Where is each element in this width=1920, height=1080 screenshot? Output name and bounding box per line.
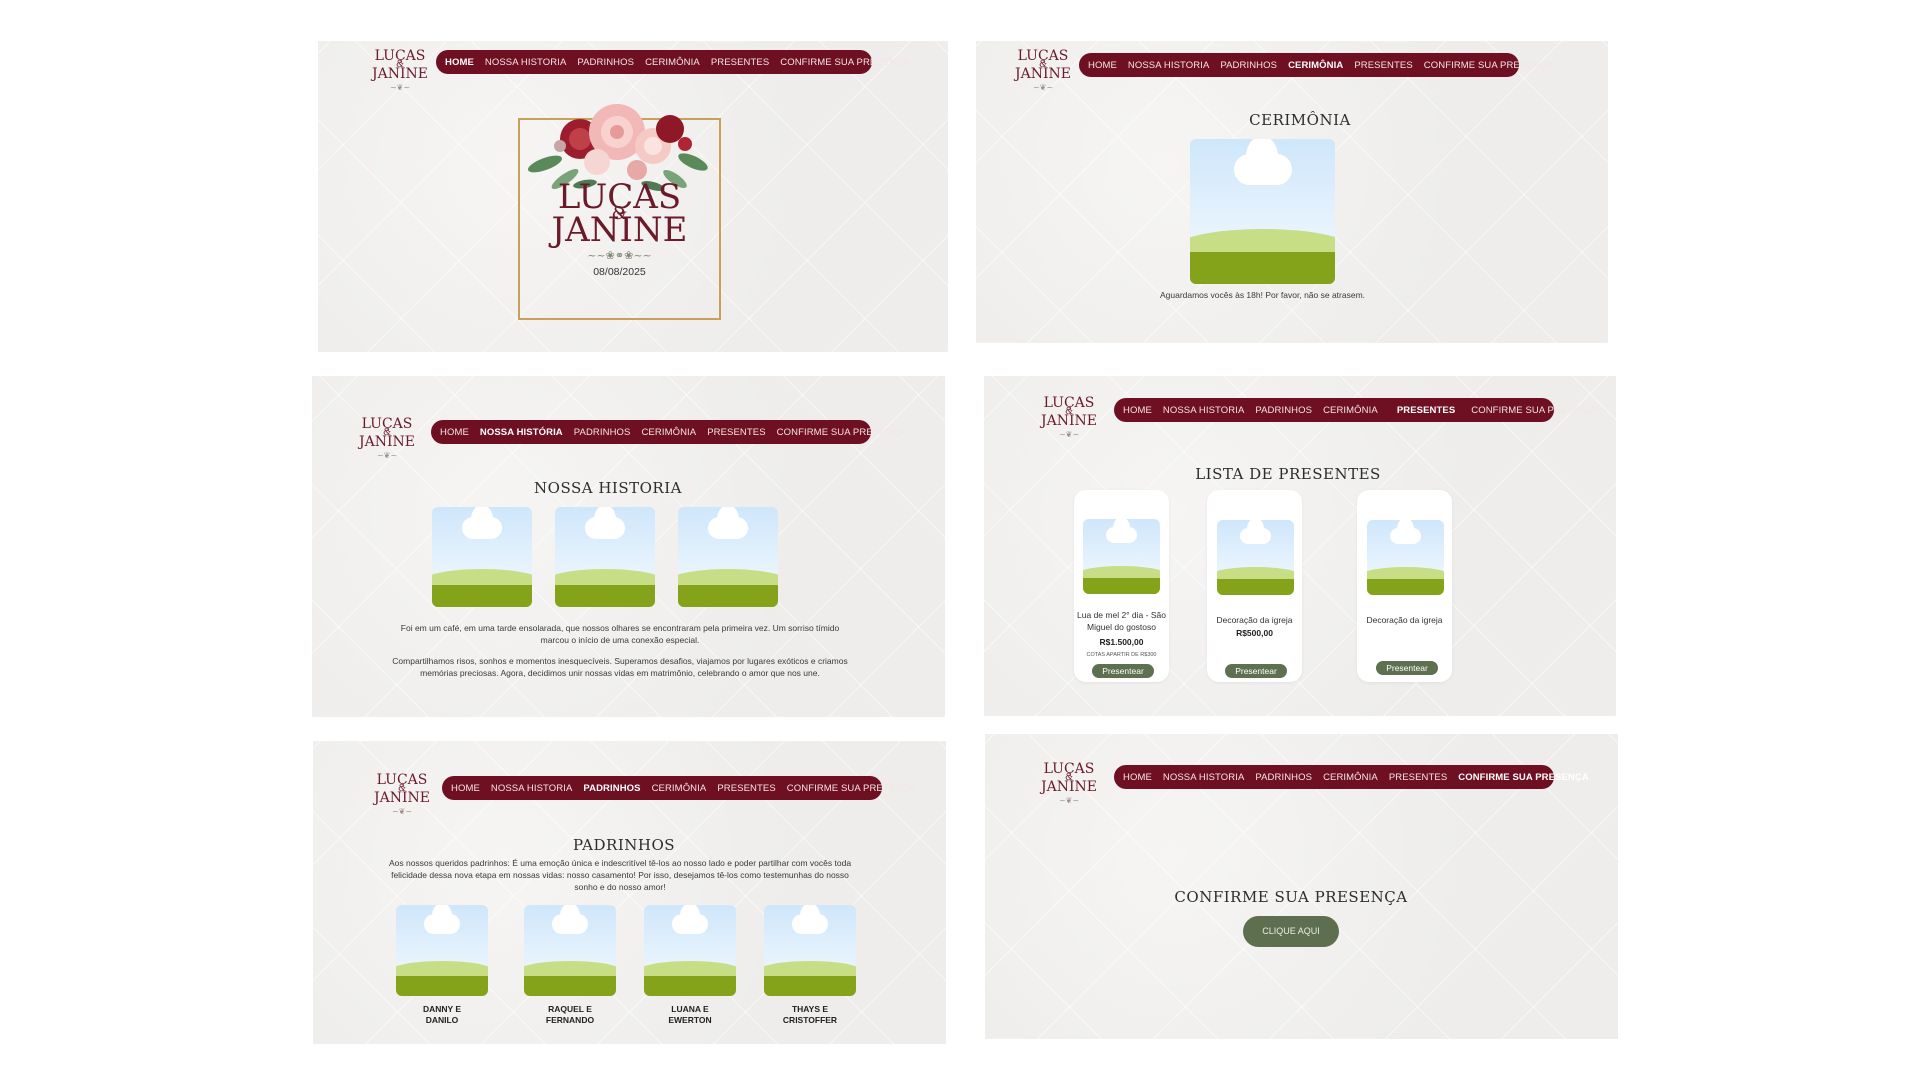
gift-price: R$500,00 (1236, 628, 1273, 638)
image-placeholder (764, 905, 856, 996)
image-placeholder (1190, 139, 1335, 284)
rings-ornament-icon: ~~❀⚭❀~~ (587, 249, 652, 262)
logo-line2: JANINE (1015, 66, 1071, 83)
ceremony-text: Aguardamos vocês às 18h! Por favor, não … (1159, 290, 1366, 300)
nav-padrinhos[interactable]: PADRINHOS (574, 427, 631, 438)
nav-presentes[interactable]: PRESENTES (707, 427, 765, 438)
story-paragraph-2: Compartilhamos risos, sonhos e momentos … (392, 656, 848, 678)
nav-cerimonia[interactable]: CERIMÔNIA (641, 427, 696, 438)
story-paragraph-1: Foi em um café, em uma tarde ensolarada,… (400, 623, 840, 645)
nav-presentes[interactable]: PRESENTES (1389, 772, 1447, 783)
section-title: NOSSA HISTORIA (534, 479, 682, 497)
nav-confirme[interactable]: CONFIRME SUA PRESENÇA (1458, 772, 1589, 783)
nav-presentes[interactable]: PRESENTES (1397, 405, 1455, 416)
image-placeholder (555, 507, 655, 607)
logo-line2: JANINE (1041, 413, 1097, 430)
nav-historia[interactable]: NOSSA HISTORIA (491, 783, 572, 794)
nav-cerimonia[interactable]: CERIMÔNIA (1323, 772, 1378, 783)
ornament-icon: ~❦~ (1058, 429, 1080, 439)
presentear-button[interactable]: Presentear (1376, 661, 1438, 675)
presentear-button[interactable]: Presentear (1225, 664, 1287, 678)
image-placeholder (644, 905, 736, 996)
image-placeholder (432, 507, 532, 607)
navbar: HOME NOSSA HISTORIA PADRINHOS CERIMÔNIA … (442, 776, 916, 800)
nav-presentes[interactable]: PRESENTES (1354, 60, 1412, 71)
nav-historia[interactable]: NOSSA HISTORIA (485, 57, 566, 68)
nav-padrinhos[interactable]: PADRINHOS (577, 57, 634, 68)
section-title: CERIMÔNIA (1249, 111, 1351, 129)
nav-confirme[interactable]: CONFIRME SUA PRESENÇA (1424, 60, 1553, 71)
nav-cerimonia[interactable]: CERIMÔNIA (645, 57, 700, 68)
nav-cerimonia[interactable]: CERIMÔNIA (1288, 60, 1343, 71)
logo[interactable]: LUÇAS & JANINE ~❦~ (357, 417, 417, 460)
navbar: HOME NOSSA HISTÓRIA PADRINHOS CERIMÔNIA … (431, 420, 906, 444)
image-placeholder (524, 905, 616, 996)
image-placeholder (1367, 520, 1444, 595)
navbar: HOME NOSSA HISTORIA PADRINHOS CERIMÔNIA … (436, 50, 909, 74)
logo[interactable]: LUÇAS & JANINE ~❦~ (370, 49, 430, 92)
nav-presentes[interactable]: PRESENTES (711, 57, 769, 68)
nav-historia[interactable]: NOSSA HISTÓRIA (480, 427, 563, 438)
section-title: CONFIRME SUA PRESENÇA (1174, 888, 1408, 906)
nav-home[interactable]: HOME (451, 783, 480, 794)
section-title: PADRINHOS (572, 836, 676, 854)
nav-padrinhos[interactable]: PADRINHOS (583, 783, 640, 794)
gift-name: Lua de mel 2° dia - São Miguel do gostos… (1077, 610, 1166, 632)
nav-historia[interactable]: NOSSA HISTORIA (1163, 405, 1244, 416)
nav-home[interactable]: HOME (1123, 405, 1152, 416)
nav-confirme[interactable]: CONFIRME SUA PRESENÇA (780, 57, 909, 68)
gift-note: COTAS APARTIR DE R$300 (1086, 652, 1157, 658)
godparent-pair: RAQUEL E FERNANDO (545, 1004, 595, 1025)
nav-historia[interactable]: NOSSA HISTORIA (1163, 772, 1244, 783)
nav-confirme[interactable]: CONFIRME SUA PRESENÇA (1471, 405, 1600, 416)
nav-home[interactable]: HOME (1088, 60, 1117, 71)
nav-confirme[interactable]: CONFIRME SUA PRESENÇA (777, 427, 906, 438)
gift-name: Decoração da igreja (1216, 615, 1293, 625)
logo-line2: JANINE (359, 434, 415, 451)
logo-line2: JANINE (374, 790, 430, 807)
wedding-date: 08/08/2025 (593, 266, 646, 278)
godparent-pair: THAYS E CRISTOFFER (782, 1004, 838, 1025)
navbar: HOME NOSSA HISTORIA PADRINHOS CERIMÔNIA … (1114, 398, 1600, 422)
nav-historia[interactable]: NOSSA HISTORIA (1128, 60, 1209, 71)
nav-cerimonia[interactable]: CERIMÔNIA (1323, 405, 1378, 416)
logo[interactable]: LUÇAS & JANINE ~❦~ (1039, 762, 1099, 805)
logo[interactable]: LUÇAS & JANINE ~❦~ (1013, 49, 1073, 92)
ornament-icon: ~❦~ (1058, 795, 1080, 805)
nav-home[interactable]: HOME (445, 57, 474, 68)
nav-home[interactable]: HOME (1123, 772, 1152, 783)
godparent-pair: LUANA E EWERTON (668, 1004, 712, 1025)
logo[interactable]: LUÇAS & JANINE ~❦~ (372, 773, 432, 816)
section-title: LISTA DE PRESENTES (1195, 465, 1381, 483)
image-placeholder (678, 507, 778, 607)
ornament-icon: ~❦~ (376, 450, 398, 460)
nav-padrinhos[interactable]: PADRINHOS (1255, 772, 1312, 783)
ornament-icon: ~❦~ (391, 806, 413, 816)
logo-line2: JANINE (1041, 779, 1097, 796)
image-placeholder (1083, 519, 1160, 594)
nav-padrinhos[interactable]: PADRINHOS (1255, 405, 1312, 416)
rsvp-button[interactable]: CLIQUE AQUI (1243, 916, 1339, 947)
image-placeholder (1217, 520, 1294, 595)
nav-presentes[interactable]: PRESENTES (717, 783, 775, 794)
godparents-text: Aos nossos queridos padrinhos: É uma emo… (388, 858, 852, 892)
couple-name-2: JANINE (551, 210, 688, 250)
gift-name: Decoração da igreja (1366, 615, 1443, 625)
image-placeholder (396, 905, 488, 996)
navbar: HOME NOSSA HISTORIA PADRINHOS CERIMÔNIA … (1114, 765, 1589, 789)
gift-price: R$1.500,00 (1099, 637, 1144, 647)
nav-confirme[interactable]: CONFIRME SUA PRESENÇA (787, 783, 916, 794)
ornament-icon: ~❦~ (389, 82, 411, 92)
navbar: HOME NOSSA HISTORIA PADRINHOS CERIMÔNIA … (1079, 53, 1553, 77)
ornament-icon: ~❦~ (1032, 82, 1054, 92)
logo[interactable]: LUÇAS & JANINE ~❦~ (1039, 396, 1099, 439)
nav-home[interactable]: HOME (440, 427, 469, 438)
logo-line2: JANINE (372, 66, 428, 83)
nav-padrinhos[interactable]: PADRINHOS (1220, 60, 1277, 71)
presentear-button[interactable]: Presentear (1092, 664, 1154, 678)
nav-cerimonia[interactable]: CERIMÔNIA (652, 783, 707, 794)
godparent-pair: DANNY E DANILO (422, 1004, 462, 1025)
